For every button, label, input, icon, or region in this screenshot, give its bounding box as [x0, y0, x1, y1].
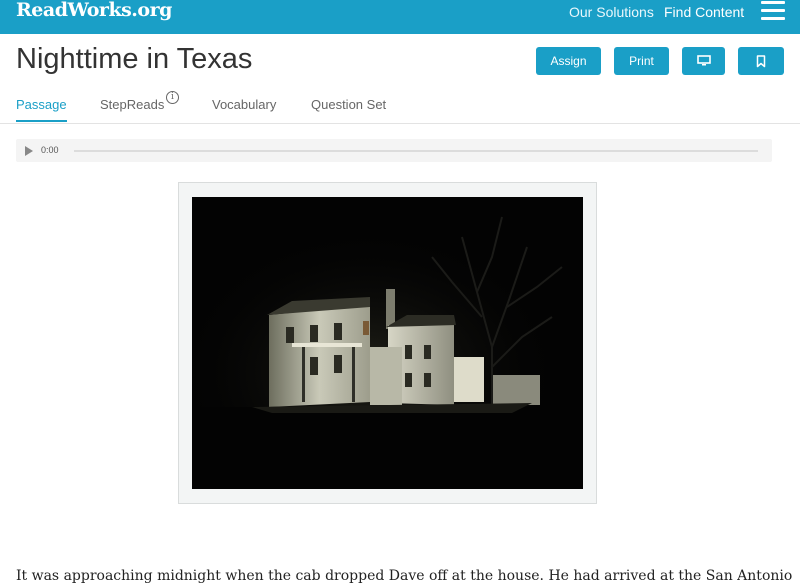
audio-time: 0:00	[41, 145, 59, 155]
hamburger-icon[interactable]	[761, 0, 785, 20]
info-icon[interactable]: i	[166, 91, 179, 104]
tab-stepreads[interactable]: StepReads	[100, 97, 164, 113]
active-tab-indicator	[16, 120, 67, 122]
nav-our-solutions[interactable]: Our Solutions	[569, 4, 654, 20]
bookmark-icon	[756, 54, 766, 67]
assign-button[interactable]: Assign	[536, 47, 601, 75]
present-button[interactable]	[682, 47, 725, 75]
tab-passage[interactable]: Passage	[16, 97, 67, 113]
audio-player: 0:00	[16, 139, 772, 162]
passage-image-frame	[178, 182, 597, 504]
monitor-icon	[696, 55, 711, 66]
play-icon[interactable]	[25, 146, 33, 156]
audio-progress-track[interactable]	[74, 150, 758, 152]
top-navigation-bar: ReadWorks.org Our Solutions Find Content	[0, 0, 800, 34]
tab-vocabulary[interactable]: Vocabulary	[212, 97, 276, 113]
nav-find-content[interactable]: Find Content	[664, 4, 744, 20]
page-title: Nighttime in Texas	[16, 43, 253, 75]
tab-divider	[0, 123, 800, 124]
passage-text: It was approaching midnight when the cab…	[16, 568, 793, 584]
bookmark-button[interactable]	[738, 47, 784, 75]
readworks-logo[interactable]: ReadWorks.org	[16, 0, 172, 22]
print-button[interactable]: Print	[614, 47, 669, 75]
passage-photo	[192, 197, 583, 489]
tab-question-set[interactable]: Question Set	[311, 97, 386, 113]
